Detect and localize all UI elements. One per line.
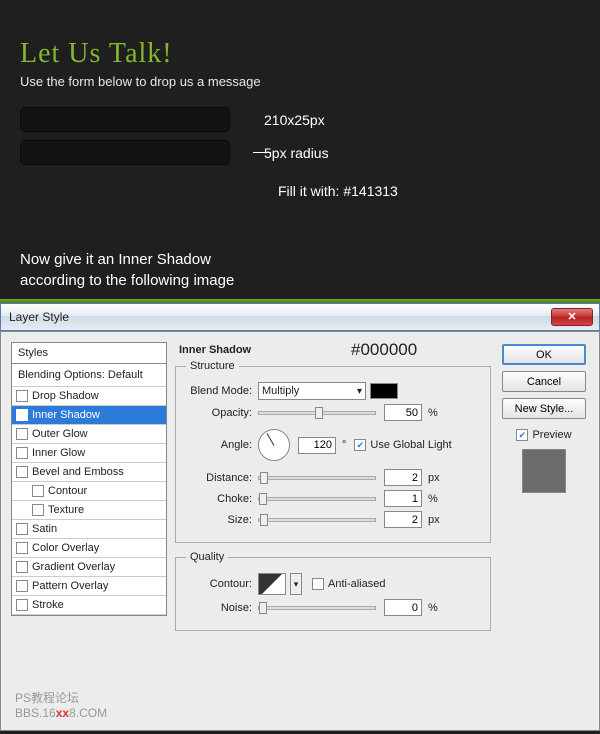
distance-label: Distance:: [186, 472, 258, 484]
blend-mode-select[interactable]: Multiply: [258, 382, 366, 400]
checkbox-icon[interactable]: [16, 599, 28, 611]
demo-input-1: [20, 107, 230, 132]
blending-options-item[interactable]: Blending Options: Default: [12, 364, 166, 387]
bevel-emboss-item[interactable]: Bevel and Emboss: [12, 463, 166, 482]
global-light-checkbox[interactable]: [354, 439, 366, 451]
panel-title: Inner Shadow: [179, 344, 491, 356]
size-input[interactable]: [384, 511, 422, 528]
preview-checkbox[interactable]: [516, 429, 528, 441]
watermark: PS教程论坛 BBS.16xx8.COM: [15, 689, 107, 720]
preview-label: Preview: [532, 429, 571, 441]
contour-label: Contour:: [186, 578, 258, 590]
dialog-title: Layer Style: [1, 310, 551, 324]
px-unit: px: [428, 514, 440, 526]
checkbox-icon[interactable]: [16, 390, 28, 402]
angle-label: Angle:: [186, 439, 258, 451]
demo-input-2: [20, 140, 230, 165]
inner-shadow-item[interactable]: Inner Shadow: [12, 406, 166, 425]
styles-header[interactable]: Styles: [11, 342, 167, 364]
size-slider[interactable]: [258, 518, 376, 522]
instruction-text: Now give it an Inner Shadow according to…: [20, 249, 600, 291]
opacity-label: Opacity:: [186, 407, 258, 419]
choke-label: Choke:: [186, 493, 258, 505]
outer-glow-item[interactable]: Outer Glow: [12, 425, 166, 444]
titlebar: Layer Style ✕: [0, 303, 600, 331]
angle-input[interactable]: [298, 437, 336, 454]
contour-picker[interactable]: [258, 573, 286, 595]
degree-unit: °: [342, 439, 346, 451]
distance-slider[interactable]: [258, 476, 376, 480]
color-overlay-item[interactable]: Color Overlay: [12, 539, 166, 558]
opacity-input[interactable]: [384, 404, 422, 421]
px-unit: px: [428, 472, 440, 484]
size-label: Size:: [186, 514, 258, 526]
noise-input[interactable]: [384, 599, 422, 616]
checkbox-icon[interactable]: [32, 504, 44, 516]
anti-aliased-checkbox[interactable]: [312, 578, 324, 590]
checkbox-icon[interactable]: [16, 409, 28, 421]
settings-panel: Inner Shadow #000000 Structure Blend Mod…: [167, 342, 499, 700]
new-style-button[interactable]: New Style...: [502, 398, 586, 419]
opacity-slider[interactable]: [258, 411, 376, 415]
contour-item[interactable]: Contour: [12, 482, 166, 501]
styles-column: Styles Blending Options: Default Drop Sh…: [11, 342, 167, 700]
dimension-label: 210x25px: [264, 112, 325, 128]
gradient-overlay-item[interactable]: Gradient Overlay: [12, 558, 166, 577]
buttons-column: OK Cancel New Style... Preview: [499, 342, 589, 700]
stroke-item[interactable]: Stroke: [12, 596, 166, 615]
drop-shadow-item[interactable]: Drop Shadow: [12, 387, 166, 406]
global-light-label: Use Global Light: [370, 439, 451, 451]
blend-mode-label: Blend Mode:: [186, 385, 258, 397]
texture-item[interactable]: Texture: [12, 501, 166, 520]
checkbox-icon[interactable]: [16, 428, 28, 440]
checkbox-icon[interactable]: [16, 542, 28, 554]
quality-legend: Quality: [186, 551, 228, 563]
close-button[interactable]: ✕: [551, 308, 593, 326]
inner-glow-item[interactable]: Inner Glow: [12, 444, 166, 463]
noise-slider[interactable]: [258, 606, 376, 610]
layer-style-dialog: Layer Style ✕ Styles Blending Options: D…: [0, 303, 600, 731]
anti-aliased-label: Anti-aliased: [328, 578, 385, 590]
structure-fieldset: Structure Blend Mode: Multiply Opacity: …: [175, 360, 491, 543]
fill-label: Fill it with: #141313: [54, 183, 580, 199]
choke-slider[interactable]: [258, 497, 376, 501]
page-heading: Let Us Talk!: [20, 38, 580, 70]
checkbox-icon[interactable]: [16, 466, 28, 478]
contour-dropdown[interactable]: ▾: [290, 573, 302, 595]
choke-input[interactable]: [384, 490, 422, 507]
checkbox-icon[interactable]: [32, 485, 44, 497]
checkbox-icon[interactable]: [16, 447, 28, 459]
angle-dial[interactable]: [258, 429, 290, 461]
cancel-button[interactable]: Cancel: [502, 371, 586, 392]
color-swatch[interactable]: [370, 383, 398, 399]
structure-legend: Structure: [186, 360, 239, 372]
checkbox-icon[interactable]: [16, 580, 28, 592]
percent-unit: %: [428, 407, 438, 419]
pattern-overlay-item[interactable]: Pattern Overlay: [12, 577, 166, 596]
callout-line: [253, 152, 271, 153]
checkbox-icon[interactable]: [16, 523, 28, 535]
noise-label: Noise:: [186, 602, 258, 614]
preview-swatch: [522, 449, 566, 493]
quality-fieldset: Quality Contour: ▾ Anti-aliased Noise: %: [175, 551, 491, 631]
distance-input[interactable]: [384, 469, 422, 486]
percent-unit: %: [428, 493, 438, 505]
page-subheading: Use the form below to drop us a message: [20, 74, 580, 89]
ok-button[interactable]: OK: [502, 344, 586, 365]
radius-label: 5px radius: [264, 145, 329, 161]
hex-annotation: #000000: [351, 340, 417, 360]
percent-unit: %: [428, 602, 438, 614]
checkbox-icon[interactable]: [16, 561, 28, 573]
satin-item[interactable]: Satin: [12, 520, 166, 539]
